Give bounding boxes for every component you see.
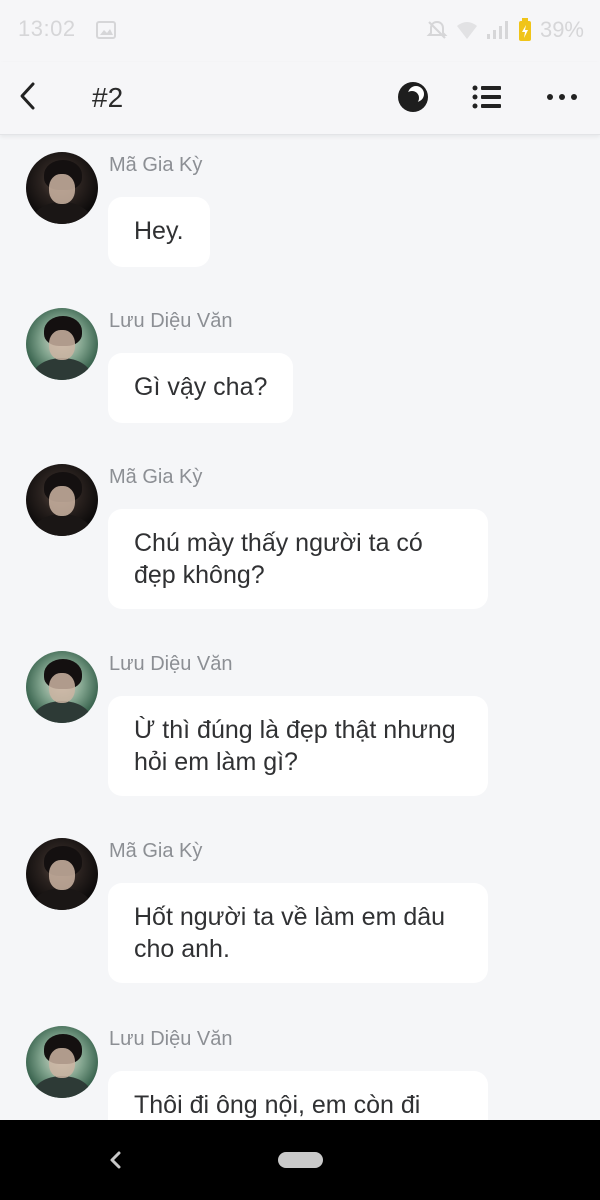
battery-percent: 39% bbox=[539, 17, 584, 42]
photo-icon bbox=[96, 21, 116, 39]
more-icon[interactable] bbox=[544, 80, 580, 114]
sender-name: Lưu Diệu Văn bbox=[109, 310, 233, 332]
sender-name: Lưu Diệu Văn bbox=[109, 1028, 233, 1050]
app-header: #2 bbox=[0, 62, 600, 135]
message-bubble[interactable]: Hốt người ta về làm em dâu cho anh. bbox=[108, 883, 488, 983]
chat-area[interactable]: Mã Gia Kỳ Hey. Lưu Diệu Văn Gì vậy cha? … bbox=[0, 135, 600, 1120]
message-bubble[interactable]: Chú mày thấy người ta có đẹp không? bbox=[108, 509, 488, 609]
avatar[interactable] bbox=[26, 651, 98, 723]
message-bubble[interactable]: Hey. bbox=[108, 197, 210, 267]
nav-back-icon[interactable] bbox=[104, 1148, 128, 1172]
signal-icon bbox=[486, 21, 508, 39]
mute-icon bbox=[426, 20, 448, 39]
sender-name: Lưu Diệu Văn bbox=[109, 653, 233, 675]
message-bubble[interactable]: Ừ thì đúng là đẹp thật nhưng hỏi em làm … bbox=[108, 696, 488, 796]
avatar[interactable] bbox=[26, 152, 98, 224]
avatar[interactable] bbox=[26, 464, 98, 536]
theme-toggle-icon[interactable] bbox=[396, 80, 430, 114]
status-icons: 39% bbox=[426, 17, 584, 43]
back-button[interactable] bbox=[10, 76, 46, 116]
back-icon bbox=[20, 82, 35, 110]
avatar[interactable] bbox=[26, 838, 98, 910]
status-time: 13:02 bbox=[18, 16, 76, 41]
wifi-icon bbox=[456, 22, 477, 39]
navigation-bar bbox=[0, 1120, 600, 1200]
battery-icon bbox=[518, 18, 531, 41]
sender-name: Mã Gia Kỳ bbox=[109, 840, 203, 862]
message-bubble[interactable]: Thôi đi ông nội, em còn đi bbox=[108, 1071, 488, 1120]
list-icon[interactable] bbox=[470, 80, 504, 114]
avatar[interactable] bbox=[26, 1026, 98, 1098]
nav-home-button[interactable] bbox=[278, 1152, 323, 1168]
sender-name: Mã Gia Kỳ bbox=[109, 466, 203, 488]
page-title: #2 bbox=[92, 82, 124, 113]
status-bar: 13:02 39% bbox=[0, 0, 600, 62]
message-bubble[interactable]: Gì vậy cha? bbox=[108, 353, 294, 423]
avatar[interactable] bbox=[26, 308, 98, 380]
sender-name: Mã Gia Kỳ bbox=[109, 154, 203, 176]
